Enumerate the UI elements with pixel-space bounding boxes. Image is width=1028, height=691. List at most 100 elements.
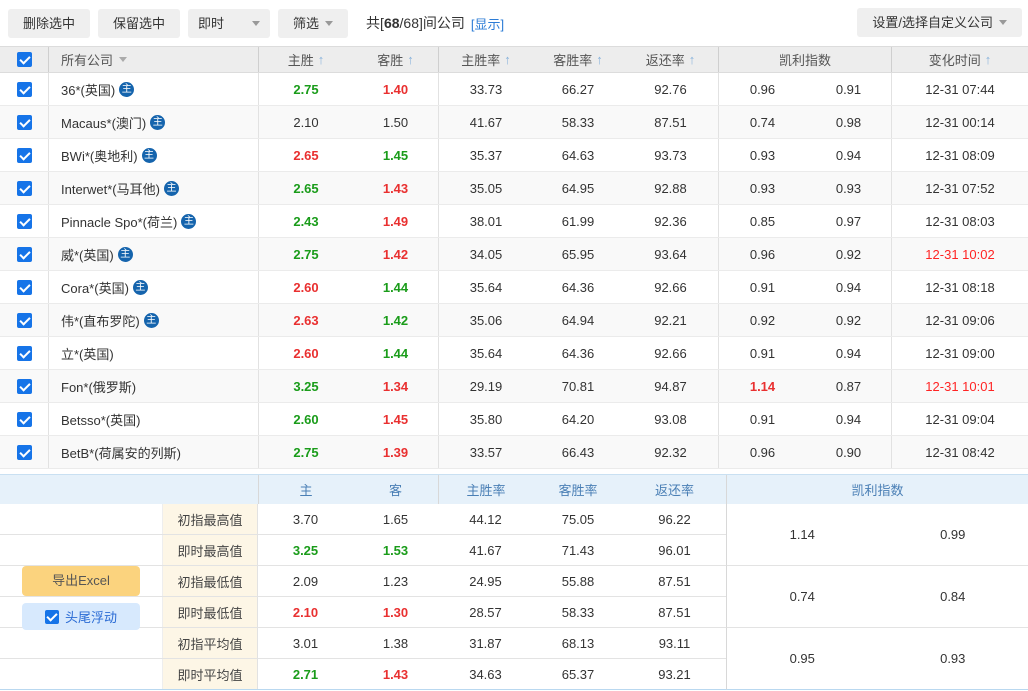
show-link[interactable]: [显示] [471, 14, 504, 33]
home-win-rate: 35.05 [438, 172, 533, 204]
company-name[interactable]: 伟*(直布罗陀) [61, 311, 140, 330]
float-header-footer-toggle[interactable]: 头尾浮动 [22, 603, 140, 630]
filter-dropdown[interactable]: 筛选 [278, 9, 348, 38]
company-cell[interactable]: 立*(英国) [48, 337, 258, 369]
sort-asc-icon: ↑ [504, 52, 511, 67]
company-cell[interactable]: 36*(英国) 主 [48, 73, 258, 105]
home-win-rate: 34.05 [438, 238, 533, 270]
row-checkbox-cell[interactable] [0, 73, 48, 105]
company-name[interactable]: Betsso*(英国) [61, 410, 140, 429]
company-cell[interactable]: 威*(英国) 主 [48, 238, 258, 270]
float-toggle-checkbox[interactable] [45, 610, 59, 624]
row-checkbox-cell[interactable] [0, 403, 48, 435]
summary-row-label: 初指最低值 [162, 566, 258, 596]
keep-selected-button[interactable]: 保留选中 [98, 9, 180, 38]
primary-badge-icon: 主 [150, 115, 165, 130]
delete-selected-button[interactable]: 删除选中 [8, 9, 90, 38]
row-checkbox-cell[interactable] [0, 205, 48, 237]
company-cell[interactable]: Pinnacle Spo*(荷兰) 主 [48, 205, 258, 237]
company-name[interactable]: BetB*(荷属安的列斯) [61, 443, 181, 462]
column-header-company[interactable]: 所有公司 [48, 47, 258, 72]
column-header-change-time[interactable]: 变化时间↑ [891, 47, 1028, 72]
row-checkbox[interactable] [17, 115, 32, 130]
column-header-home-rate[interactable]: 主胜率↑ [438, 47, 533, 72]
chevron-down-icon [999, 20, 1007, 25]
company-cell[interactable]: Betsso*(英国) [48, 403, 258, 435]
company-cell[interactable]: Interwet*(马耳他) 主 [48, 172, 258, 204]
row-checkbox-cell[interactable] [0, 436, 48, 468]
column-header-home[interactable]: 主胜↑ [258, 47, 353, 72]
kelly-home: 0.91 [718, 271, 806, 303]
company-cell[interactable]: BetB*(荷属安的列斯) [48, 436, 258, 468]
primary-badge-icon: 主 [119, 82, 134, 97]
row-checkbox[interactable] [17, 148, 32, 163]
home-win-rate: 35.80 [438, 403, 533, 435]
row-checkbox[interactable] [17, 214, 32, 229]
row-checkbox[interactable] [17, 181, 32, 196]
row-checkbox-cell[interactable] [0, 271, 48, 303]
company-name[interactable]: 36*(英国) [61, 80, 115, 99]
change-time: 12-31 07:52 [891, 172, 1028, 204]
company-name[interactable]: Pinnacle Spo*(荷兰) [61, 212, 177, 231]
kelly-home: 0.92 [718, 304, 806, 336]
row-checkbox[interactable] [17, 313, 32, 328]
return-rate: 87.51 [623, 106, 718, 138]
row-checkbox[interactable] [17, 247, 32, 262]
column-header-return-rate[interactable]: 返还率↑ [623, 47, 718, 72]
row-checkbox[interactable] [17, 82, 32, 97]
summary-row-label: 即时最高值 [162, 535, 258, 565]
company-cell[interactable]: Fon*(俄罗斯) [48, 370, 258, 402]
company-cell[interactable]: 伟*(直布罗陀) 主 [48, 304, 258, 336]
kelly-away: 0.92 [806, 238, 891, 270]
company-cell[interactable]: BWi*(奥地利) 主 [48, 139, 258, 171]
row-checkbox-cell[interactable] [0, 139, 48, 171]
row-checkbox-cell[interactable] [0, 304, 48, 336]
company-cell[interactable]: Cora*(英国) 主 [48, 271, 258, 303]
selected-count: 68 [384, 15, 400, 31]
column-header-away-rate[interactable]: 客胜率↑ [533, 47, 623, 72]
company-name[interactable]: Macaus*(澳门) [61, 113, 146, 132]
select-all-cell[interactable] [0, 47, 48, 72]
summary-return-rate: 96.22 [623, 504, 726, 534]
column-label-return-rate: 返还率 [646, 50, 685, 69]
company-name[interactable]: Interwet*(马耳他) [61, 179, 160, 198]
summary-column-home: 主 [258, 475, 353, 504]
company-cell[interactable]: Macaus*(澳门) 主 [48, 106, 258, 138]
kelly-home: 0.91 [718, 403, 806, 435]
home-odds: 2.75 [258, 73, 353, 105]
custom-company-settings-button[interactable]: 设置/选择自定义公司 [857, 8, 1022, 37]
odds-comparison-page: 删除选中 保留选中 即时 筛选 共[68/68]间公司 [显示] 设置/选择自定… [0, 0, 1028, 691]
row-checkbox-cell[interactable] [0, 172, 48, 204]
away-win-rate: 70.81 [533, 370, 623, 402]
kelly-away: 0.94 [806, 139, 891, 171]
column-header-away[interactable]: 客胜↑ [353, 47, 438, 72]
row-checkbox[interactable] [17, 379, 32, 394]
summary-kelly-home: 1.14 [727, 527, 878, 542]
row-checkbox-cell[interactable] [0, 238, 48, 270]
select-all-checkbox[interactable] [17, 52, 32, 67]
company-name[interactable]: Cora*(英国) [61, 278, 129, 297]
summary-column-home-rate: 主胜率 [438, 475, 533, 504]
company-name[interactable]: Fon*(俄罗斯) [61, 377, 136, 396]
export-excel-button[interactable]: 导出Excel [22, 566, 140, 596]
row-checkbox-cell[interactable] [0, 106, 48, 138]
row-checkbox-cell[interactable] [0, 370, 48, 402]
company-name[interactable]: BWi*(奥地利) [61, 146, 138, 165]
away-win-rate: 66.43 [533, 436, 623, 468]
summary-away-win-rate: 75.05 [533, 504, 623, 534]
summary-column-away-rate: 客胜率 [533, 480, 623, 499]
summary-row-label: 即时最低值 [162, 597, 258, 627]
row-checkbox[interactable] [17, 412, 32, 427]
kelly-home: 0.93 [718, 172, 806, 204]
away-win-rate: 66.27 [533, 73, 623, 105]
instant-dropdown[interactable]: 即时 [188, 9, 270, 38]
summary-away-win-rate: 71.43 [533, 535, 623, 565]
row-checkbox[interactable] [17, 346, 32, 361]
summary-home-win-rate: 31.87 [438, 628, 533, 658]
summary-row-spacer [0, 628, 162, 658]
row-checkbox-cell[interactable] [0, 337, 48, 369]
company-name[interactable]: 立*(英国) [61, 344, 114, 363]
row-checkbox[interactable] [17, 445, 32, 460]
row-checkbox[interactable] [17, 280, 32, 295]
company-name[interactable]: 威*(英国) [61, 245, 114, 264]
